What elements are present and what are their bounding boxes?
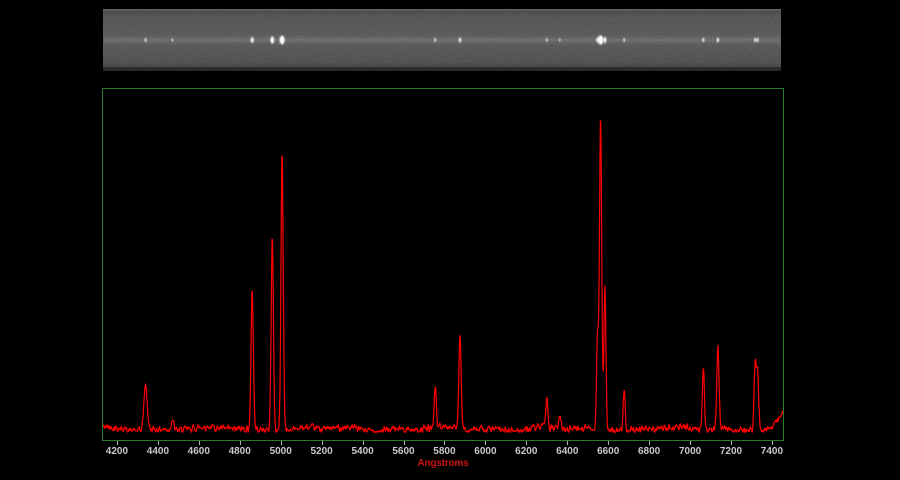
spectrum-plot[interactable] — [102, 88, 784, 441]
x-tick-label: 5600 — [392, 446, 414, 457]
x-tick-label: 6000 — [474, 446, 496, 457]
x-axis-title: Angstroms — [102, 458, 784, 469]
x-tick-label: 4200 — [106, 446, 128, 457]
x-tick-label: 4600 — [188, 446, 210, 457]
x-tick-label: 7000 — [679, 446, 701, 457]
spectroscopy-screen: 4200 4400 4600 4800 5000 5200 5400 5600 5800 6000… — [0, 0, 900, 480]
strip-canvas — [103, 9, 781, 71]
x-tick-label: 5800 — [433, 446, 455, 457]
x-tick — [690, 441, 691, 445]
x-tick — [485, 441, 486, 445]
x-tick-label: 6600 — [597, 446, 619, 457]
x-tick-label: 7400 — [761, 446, 783, 457]
x-tick — [404, 441, 405, 445]
x-tick — [199, 441, 200, 445]
x-tick — [117, 441, 118, 445]
x-tick-label: 4800 — [229, 446, 251, 457]
x-tick — [731, 441, 732, 445]
x-tick-label: 6800 — [638, 446, 660, 457]
x-tick — [444, 441, 445, 445]
x-tick-label: 5200 — [310, 446, 332, 457]
x-tick-label: 7200 — [720, 446, 742, 457]
x-tick — [240, 441, 241, 445]
spectrum-strip-image[interactable] — [103, 9, 781, 71]
spectrum-trace-canvas — [103, 89, 783, 440]
x-tick-label: 4400 — [147, 446, 169, 457]
x-tick — [526, 441, 527, 445]
x-tick — [158, 441, 159, 445]
x-tick — [649, 441, 650, 445]
x-tick-label: 5400 — [351, 446, 373, 457]
x-tick — [608, 441, 609, 445]
x-tick — [281, 441, 282, 445]
x-tick-label: 6400 — [556, 446, 578, 457]
x-tick-label: 5000 — [270, 446, 292, 457]
x-tick — [322, 441, 323, 445]
x-tick — [363, 441, 364, 445]
x-tick-label: 6200 — [515, 446, 537, 457]
x-tick — [567, 441, 568, 445]
x-tick — [772, 441, 773, 445]
